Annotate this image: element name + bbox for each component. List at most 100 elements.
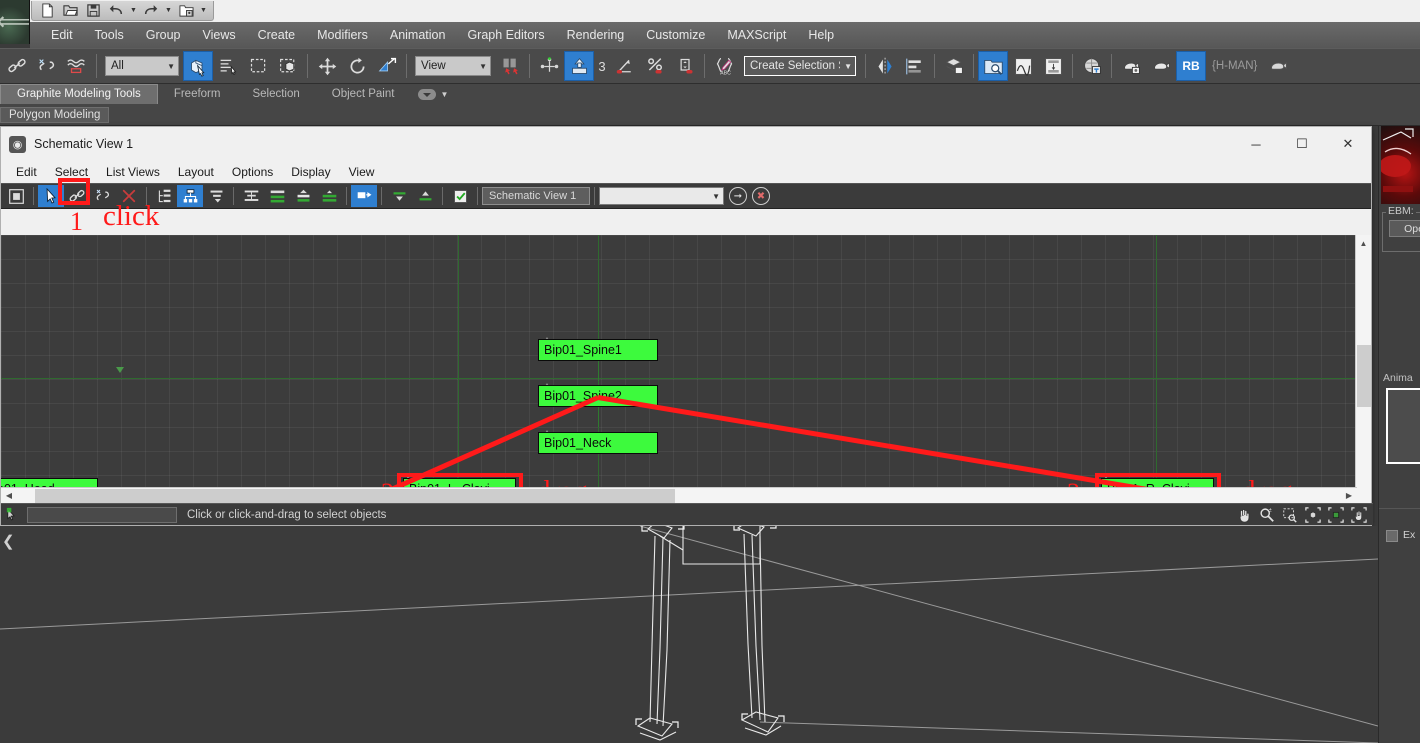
go-arrow-icon[interactable]: ➞ [729,187,747,205]
zoom-region-icon[interactable] [1279,505,1300,524]
rectangular-selection-region-icon[interactable] [243,51,273,81]
free-selected-icon[interactable] [290,185,316,207]
select-and-scale-icon[interactable] [372,51,402,81]
use-pivot-point-center-icon[interactable] [495,51,525,81]
redo-button[interactable] [140,2,162,20]
project-folder-icon[interactable] [1263,51,1293,81]
coordinate-system-combo[interactable]: View ▼ [415,56,491,76]
perspective-viewport[interactable]: ❮ [0,526,1378,743]
select-by-name-icon[interactable] [213,51,243,81]
sv-menu-options[interactable]: Options [223,163,282,181]
zoom-extents-selected-icon[interactable] [1325,505,1346,524]
preference-settings-icon[interactable] [447,185,473,207]
animation-listbox[interactable] [1386,388,1420,464]
angle-snap-toggle-icon[interactable] [610,51,640,81]
snaps-toggle-icon[interactable] [564,51,594,81]
clear-x-icon[interactable]: ✖ [752,187,770,205]
new-file-button[interactable] [36,2,58,20]
ribbon-panel-polygon-modeling[interactable]: Polygon Modeling [0,106,110,123]
command-panel[interactable]: EBM: Ope Anima Ex [1378,126,1420,743]
percent-snap-toggle-icon[interactable] [640,51,670,81]
scroll-left-icon[interactable]: ◀ [1,491,17,500]
zoom-extents-icon[interactable] [1302,505,1323,524]
tab-freeform[interactable]: Freeform [158,85,237,104]
window-crossing-icon[interactable] [273,51,303,81]
node-bip01-spine1[interactable]: Bip01_Spine1 [538,339,658,361]
sv-menu-view[interactable]: View [340,163,384,181]
mirror-icon[interactable] [870,51,900,81]
undo-dropdown-icon[interactable]: ▼ [128,2,139,20]
horizontal-scroll-thumb[interactable] [35,488,675,503]
spinner-snap-toggle-icon[interactable] [670,51,700,81]
tab-selection[interactable]: Selection [236,85,315,104]
sv-menu-display[interactable]: Display [282,163,339,181]
align-icon[interactable] [900,51,930,81]
toggle-scene-explorer-icon[interactable] [978,51,1008,81]
project-folder-button[interactable] [175,2,197,20]
menu-item-tools[interactable]: Tools [84,25,135,45]
render-setup-icon[interactable] [1116,51,1146,81]
schematic-view-icon[interactable] [1038,51,1068,81]
menu-item-customize[interactable]: Customize [635,25,716,45]
pan-hand-alt-icon[interactable] [1348,505,1369,524]
vertical-scroll-thumb[interactable] [1357,345,1371,407]
search-input[interactable]: ▼ [599,187,724,205]
layer-manager-icon[interactable] [939,51,969,81]
close-button[interactable]: ✕ [1325,127,1371,161]
node-bip01-neck[interactable]: Bip01_Neck [538,432,658,454]
schematic-view-name-field[interactable]: Schematic View 1 [482,187,590,205]
save-file-button[interactable] [82,2,104,20]
scroll-right-icon[interactable]: ▶ [1341,491,1357,500]
menu-item-help[interactable]: Help [797,25,845,45]
select-object-icon[interactable] [183,51,213,81]
display-floater-icon[interactable] [3,185,29,207]
schematic-graph-canvas[interactable]: Bip01_Spine1 Bip01_Spine2 Bip01_Neck p01… [1,235,1357,515]
menu-item-modifiers[interactable]: Modifiers [306,25,379,45]
render-production-icon[interactable]: RB [1176,51,1206,81]
menu-item-animation[interactable]: Animation [379,25,457,45]
move-children-icon[interactable] [316,185,342,207]
open-button[interactable]: Ope [1389,220,1420,237]
redo-dropdown-icon[interactable]: ▼ [163,2,174,20]
export-checkbox[interactable] [1386,530,1398,542]
shrink-selection-icon[interactable] [351,185,377,207]
open-file-button[interactable] [59,2,81,20]
expand-selection-icon[interactable] [386,185,412,207]
reference-mode-icon[interactable] [177,185,203,207]
curve-editor-icon[interactable] [1008,51,1038,81]
edit-named-selection-sets-icon[interactable]: ABC [709,51,739,81]
menu-item-edit[interactable]: Edit [40,25,84,45]
graph-horizontal-scrollbar[interactable]: ◀ ▶ [1,487,1357,503]
tab-graphite-modeling-tools[interactable]: Graphite Modeling Tools [0,84,158,104]
tab-object-paint[interactable]: Object Paint [316,85,411,104]
menu-item-rendering[interactable]: Rendering [556,25,636,45]
maximize-button[interactable]: ☐ [1279,127,1325,161]
minimize-button[interactable]: ─ [1233,127,1279,161]
chevron-left-icon[interactable]: ❮ [2,532,15,550]
menu-item-maxscript[interactable]: MAXScript [716,25,797,45]
sv-menu-edit[interactable]: Edit [7,163,46,181]
horizontal-scroll-track[interactable] [17,488,1341,504]
material-editor-icon[interactable] [1077,51,1107,81]
select-and-rotate-icon[interactable] [342,51,372,81]
sv-menu-list-views[interactable]: List Views [97,163,169,181]
named-selection-set-combo[interactable]: Create Selection Se ▼ [744,56,856,76]
select-and-manipulate-icon[interactable] [534,51,564,81]
pan-tool-icon[interactable] [1233,505,1254,524]
free-all-icon[interactable] [264,185,290,207]
arrange-children-icon[interactable] [238,185,264,207]
rendered-frame-window-icon[interactable] [1146,51,1176,81]
sv-menu-layout[interactable]: Layout [169,163,223,181]
graph-vertical-scrollbar[interactable]: ▲ ▼ [1355,235,1371,515]
menu-item-create[interactable]: Create [247,25,307,45]
unlink-selection-icon[interactable] [32,51,62,81]
select-and-move-icon[interactable] [312,51,342,81]
zoom-tool-icon[interactable]: ± [1256,505,1277,524]
selection-name-field[interactable] [27,506,177,523]
undo-button[interactable] [105,2,127,20]
select-and-link-icon[interactable] [2,51,32,81]
application-logo-button[interactable]: ⟸ [0,0,30,44]
bind-to-space-warp-icon[interactable] [62,51,92,81]
scroll-up-icon[interactable]: ▲ [1356,235,1371,251]
ribbon-options-button[interactable]: ▼ [410,85,456,104]
